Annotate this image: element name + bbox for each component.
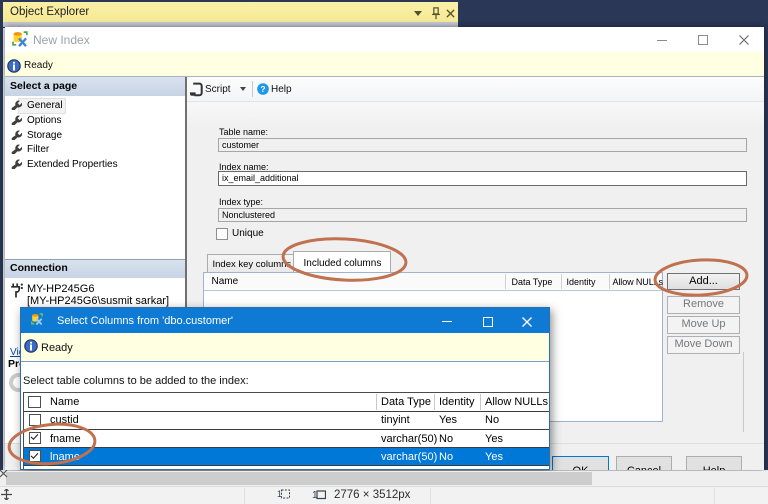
svg-text:?: ? — [260, 84, 265, 94]
